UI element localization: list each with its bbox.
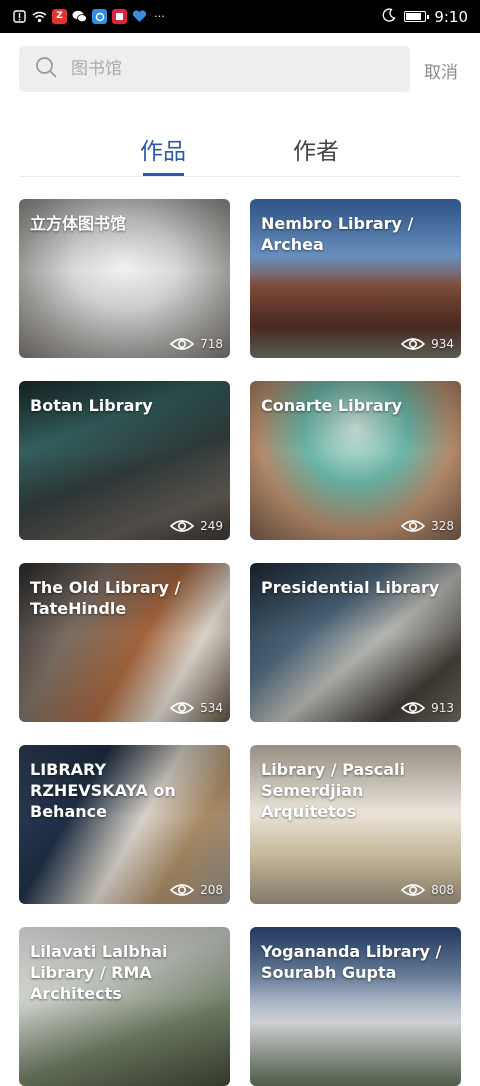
card-title: Conarte Library	[261, 396, 403, 415]
view-count-value: 249	[200, 519, 223, 533]
eye-icon	[401, 702, 426, 714]
card-title: Lilavati Lalbhai Library / RMA Architect…	[30, 942, 168, 1003]
battery-icon	[404, 11, 430, 22]
clock: 9:10	[434, 7, 468, 26]
view-count-value: 934	[431, 337, 454, 351]
view-count: 249	[170, 518, 223, 534]
view-count: 913	[401, 700, 454, 716]
eye-icon	[401, 338, 426, 350]
eye-icon	[170, 884, 195, 896]
status-bar: Z ··· 9:10	[0, 0, 480, 33]
tab-bar: 作品 作者	[19, 128, 461, 177]
wechat-icon	[72, 9, 87, 24]
view-count-value: 718	[200, 337, 223, 351]
eye-icon	[401, 884, 426, 896]
view-count-value: 328	[431, 519, 454, 533]
view-count: 534	[170, 700, 223, 716]
tab-authors[interactable]: 作者	[293, 132, 339, 166]
status-right: 9:10	[382, 8, 468, 26]
wifi-icon	[32, 9, 47, 24]
eye-icon	[170, 702, 195, 714]
view-count-value: 808	[431, 883, 454, 897]
result-card[interactable]: Botan Library 249	[19, 381, 230, 540]
browser-icon	[92, 9, 107, 24]
active-tab-indicator	[143, 173, 184, 176]
result-card[interactable]: 立方体图书馆 718	[19, 199, 230, 358]
view-count: 328	[401, 518, 454, 534]
view-count-value: 208	[200, 883, 223, 897]
status-left: Z ···	[12, 9, 167, 24]
result-card[interactable]: The Old Library / TateHindle 534	[19, 563, 230, 722]
result-card[interactable]: Presidential Library 913	[250, 563, 461, 722]
search-input[interactable]	[71, 59, 371, 79]
view-count: 808	[401, 882, 454, 898]
result-card[interactable]: Conarte Library 328	[250, 381, 461, 540]
more-dots-icon: ···	[154, 10, 165, 23]
tab-works[interactable]: 作品	[140, 132, 186, 166]
search-bar[interactable]	[19, 46, 410, 92]
app-red-icon	[112, 9, 127, 24]
eye-icon	[170, 338, 195, 350]
view-count: 208	[170, 882, 223, 898]
result-card[interactable]: Library / Pascali Semerdjian Arquitetos …	[250, 745, 461, 904]
heart-icon	[132, 9, 147, 24]
card-title: 立方体图书馆	[30, 214, 127, 233]
moon-icon	[382, 7, 396, 26]
result-card[interactable]: LIBRARY RZHEVSKAYA on Behance 208	[19, 745, 230, 904]
card-title: The Old Library / TateHindle	[30, 578, 181, 618]
view-count: 934	[401, 336, 454, 352]
view-count: 718	[170, 336, 223, 352]
card-title: LIBRARY RZHEVSKAYA on Behance	[30, 760, 176, 821]
result-card[interactable]: Yogananda Library / Sourabh Gupta	[250, 927, 461, 1086]
eye-icon	[170, 520, 195, 532]
card-title: Yogananda Library / Sourabh Gupta	[261, 942, 442, 982]
card-title: Library / Pascali Semerdjian Arquitetos	[261, 760, 405, 821]
alert-icon	[12, 9, 27, 24]
view-count-value: 913	[431, 701, 454, 715]
cancel-button[interactable]: 取消	[424, 58, 458, 83]
search-icon	[35, 56, 57, 82]
card-title: Presidential Library	[261, 578, 440, 597]
card-title: Botan Library	[30, 396, 153, 415]
view-count-value: 534	[200, 701, 223, 715]
eye-icon	[401, 520, 426, 532]
card-title: Nembro Library / Archea	[261, 214, 414, 254]
result-card[interactable]: Nembro Library / Archea 934	[250, 199, 461, 358]
app-z-icon: Z	[52, 9, 67, 24]
result-card[interactable]: Lilavati Lalbhai Library / RMA Architect…	[19, 927, 230, 1086]
